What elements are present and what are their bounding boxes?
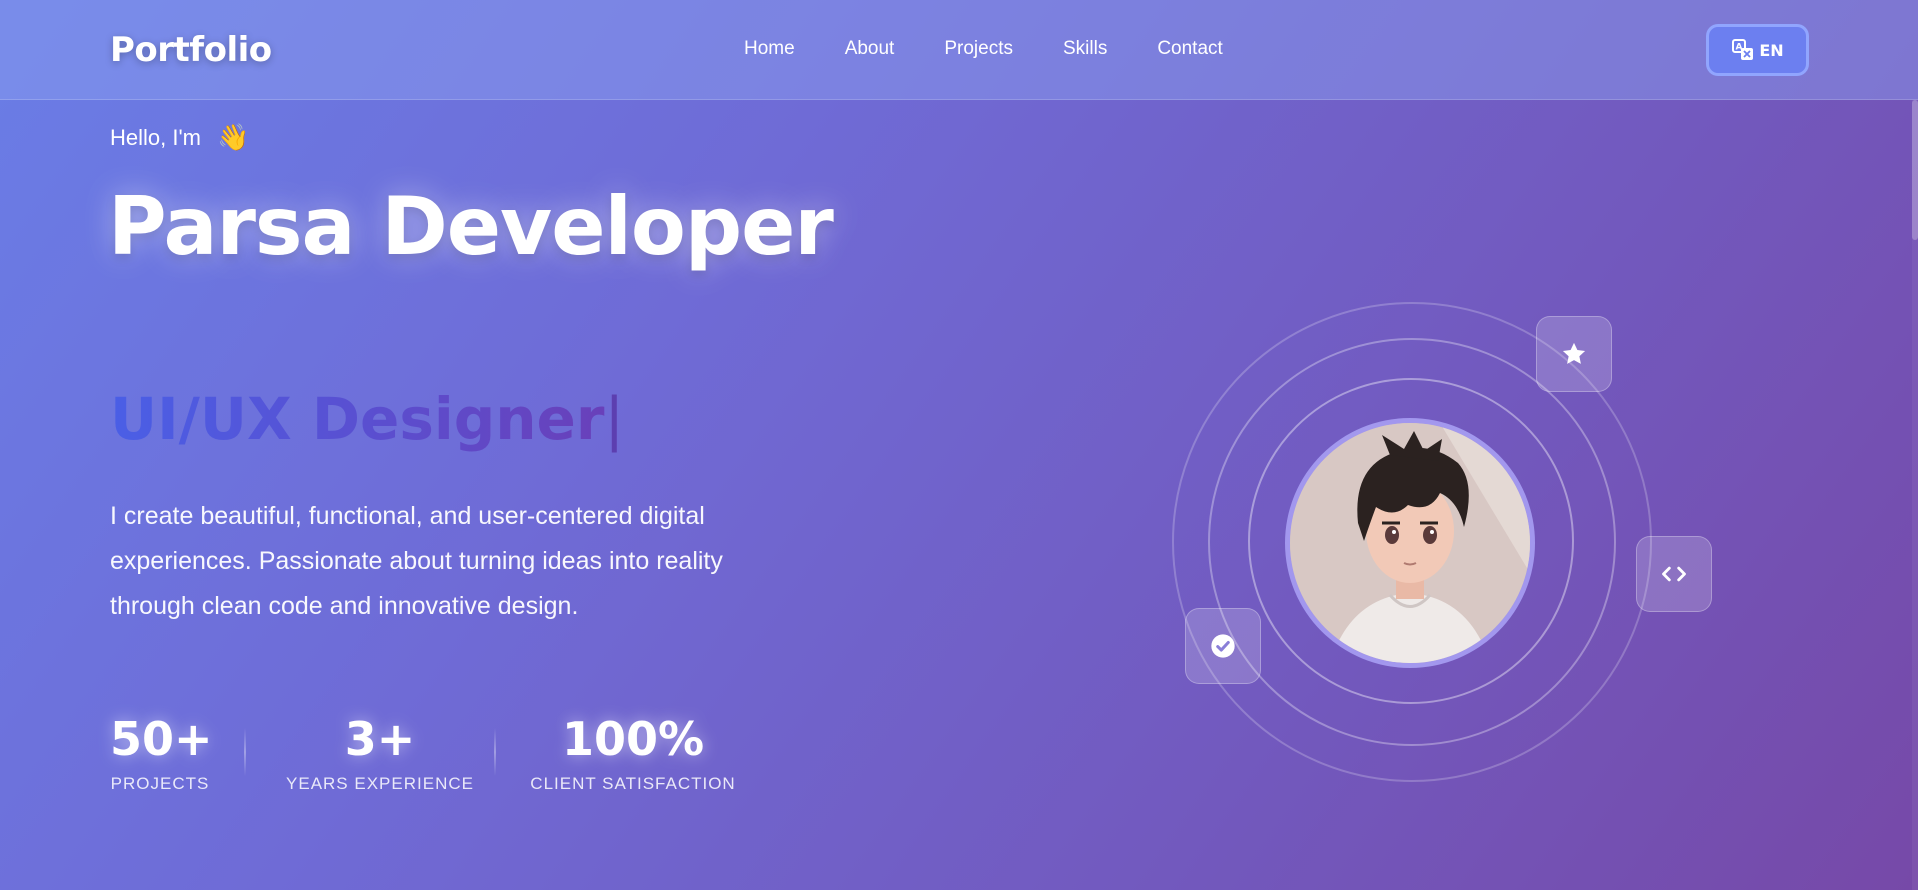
language-label: EN [1759, 40, 1784, 60]
stat-label: PROJECTS [110, 774, 210, 793]
floating-card-code [1636, 536, 1712, 612]
stat-value: 3+ [344, 712, 416, 766]
avatar [1285, 418, 1535, 668]
nav-link-contact[interactable]: Contact [1157, 38, 1222, 60]
check-circle-icon [1211, 634, 1235, 658]
floating-card-check [1185, 608, 1261, 684]
avatar-illustration [1290, 423, 1530, 663]
greeting: Hello, I'm 👋 [110, 122, 249, 153]
hero-name: Parsa Developer [108, 180, 834, 273]
nav-link-projects[interactable]: Projects [944, 38, 1013, 60]
hero-description: I create beautiful, functional, and user… [110, 502, 723, 620]
hero-role: UI/UX Designer| [110, 385, 625, 453]
site-header: Portfolio Home About Projects Skills Con… [0, 0, 1918, 100]
typing-caret: | [604, 385, 625, 453]
nav-link-home[interactable]: Home [744, 38, 795, 60]
wave-icon: 👋 [217, 122, 250, 152]
nav-link-about[interactable]: About [845, 38, 895, 60]
greeting-text: Hello, I'm [110, 124, 201, 150]
language-toggle-button[interactable]: A EN [1706, 24, 1809, 76]
stat-label: YEARS EXPERIENCE [286, 774, 474, 793]
stat-satisfaction: 100% CLIENT SATISFACTION [528, 712, 738, 794]
stat-value: 100% [561, 712, 705, 766]
nav-link-skills[interactable]: Skills [1063, 38, 1107, 60]
stat-divider [494, 728, 496, 776]
stat-value: 50+ [110, 712, 213, 766]
stat-projects: 50+ PROJECTS [110, 712, 213, 794]
stat-divider [244, 728, 246, 776]
stat-experience: 3+ YEARS EXPERIENCE [280, 712, 480, 794]
role-text: UI/UX Designer [110, 385, 605, 453]
stat-label: CLIENT SATISFACTION [530, 774, 736, 793]
star-icon [1562, 342, 1586, 364]
scrollbar-thumb[interactable] [1912, 100, 1918, 240]
translate-icon: A [1732, 39, 1754, 60]
main-nav: Home About Projects Skills Contact [744, 38, 1223, 60]
floating-card-star [1536, 316, 1612, 392]
logo[interactable]: Portfolio [110, 30, 272, 70]
code-icon [1662, 566, 1686, 582]
